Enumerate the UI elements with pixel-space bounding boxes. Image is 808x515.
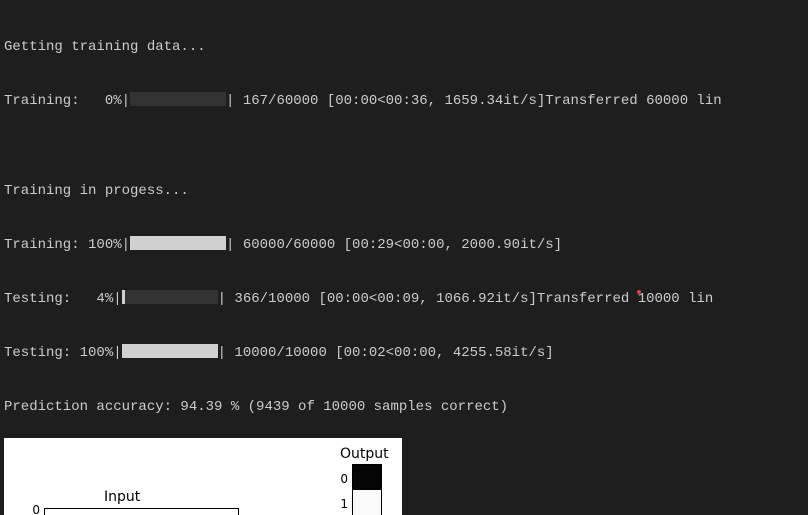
- progress-bar: [130, 236, 226, 250]
- input-plot-title: Input: [104, 488, 140, 506]
- terminal-output: Getting training data... Training: 0%| | …: [0, 0, 808, 436]
- progress-suffix: | 10000/10000 [00:02<00:00, 4255.58it/s]: [218, 345, 554, 361]
- output-class-cell: [353, 465, 381, 490]
- log-line: Getting training data...: [4, 38, 804, 56]
- mnist-digit-image: [45, 509, 238, 515]
- output-class-label: 1: [330, 495, 348, 513]
- progress-prefix: Testing: 100%|: [4, 345, 122, 361]
- progress-prefix: Training: 0%|: [4, 93, 130, 109]
- log-line: Training in progess...: [4, 182, 804, 200]
- progress-suffix: | 60000/60000 [00:29<00:00, 2000.90it/s]: [226, 237, 562, 253]
- progress-line-training-init: Training: 0%| | 167/60000 [00:00<00:36, 1…: [4, 92, 804, 110]
- output-class-cell: [353, 490, 381, 515]
- output-plot-title: Output: [340, 445, 389, 463]
- progress-prefix: Testing: 4%|: [4, 291, 122, 307]
- progress-line-testing: Testing: 100%| | 10000/10000 [00:02<00:00…: [4, 344, 804, 362]
- output-plot-panel: [352, 464, 382, 515]
- progress-bar: [122, 344, 218, 358]
- output-class-label: 0: [330, 470, 348, 488]
- progress-bar-fill: [122, 290, 126, 304]
- input-plot-axes: [44, 508, 239, 515]
- accuracy-line: Prediction accuracy: 94.39 % (9439 of 10…: [4, 398, 804, 416]
- progress-line-training: Training: 100%| | 60000/60000 [00:29<00:0…: [4, 236, 804, 254]
- progress-line-testing-partial: Testing: 4%|| 366/10000 [00:00<00:09, 10…: [4, 290, 804, 308]
- progress-bar: [130, 92, 226, 106]
- progress-bar-fill: [130, 236, 226, 250]
- progress-bar: [122, 290, 218, 304]
- y-tick-label: 0: [16, 501, 40, 515]
- matplotlib-figure: Input 0510152025 01020 Output 0123456789…: [4, 438, 402, 515]
- cursor-dot-icon: [637, 290, 641, 294]
- progress-suffix: | 167/60000 [00:00<00:36, 1659.34it/s]Tr…: [226, 93, 722, 109]
- progress-prefix: Training: 100%|: [4, 237, 130, 253]
- progress-bar-fill: [122, 344, 218, 358]
